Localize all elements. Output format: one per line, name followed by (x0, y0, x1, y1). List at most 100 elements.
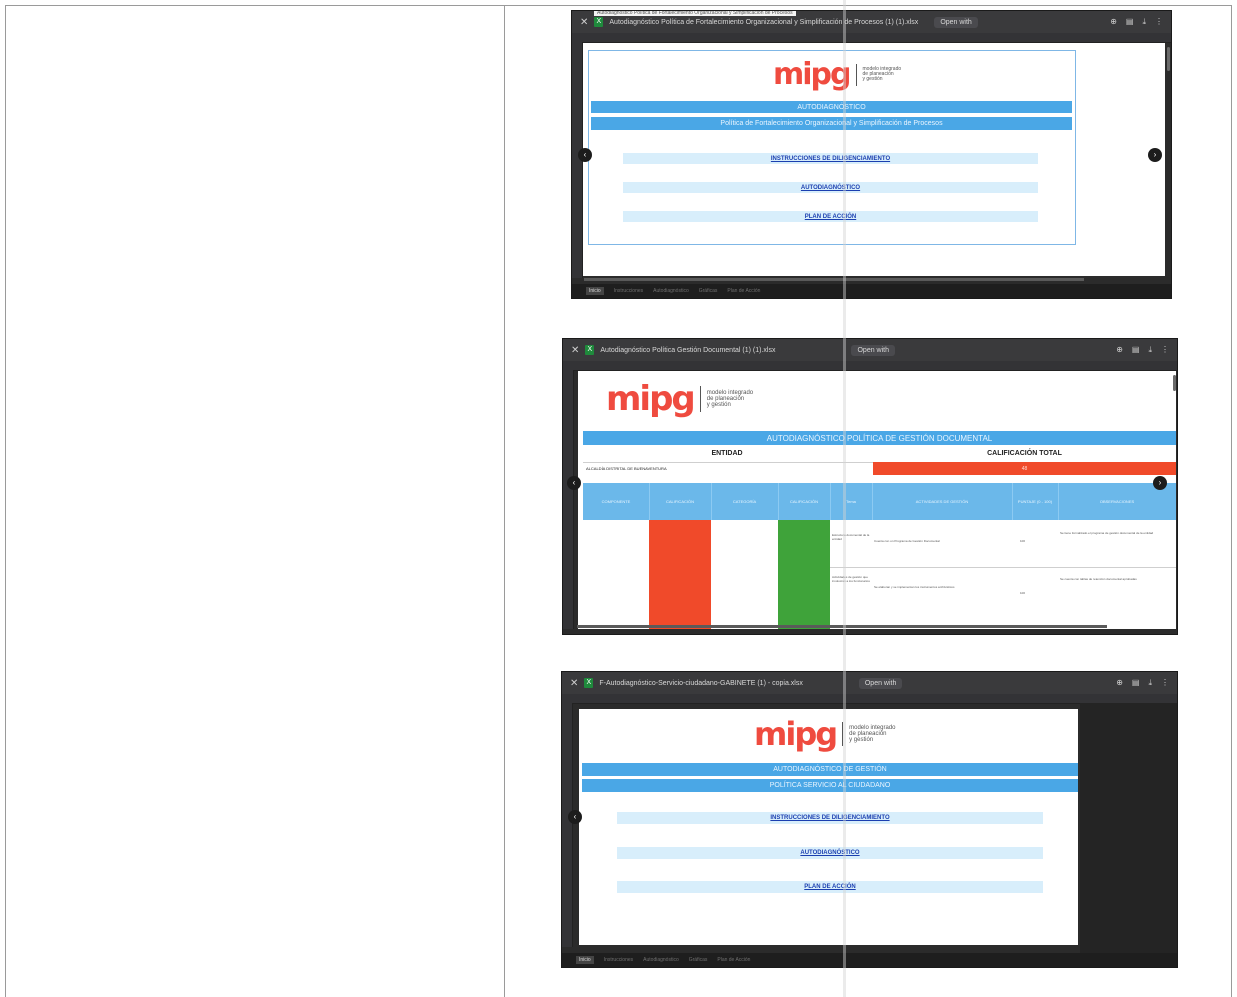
calificacion-green-block (778, 520, 830, 629)
link-autodiagnostico[interactable]: AUTODIAGNÓSTICO (623, 182, 1038, 193)
open-with-button[interactable]: Open with (851, 344, 896, 356)
mipg-logo: mipg modelo integrado de planeación y ge… (606, 379, 753, 419)
print-icon[interactable]: ▤ (1126, 17, 1134, 27)
close-icon[interactable]: ✕ (580, 17, 588, 28)
mipg-logo: mipg modelo integrado de planeación y ge… (754, 715, 896, 753)
row-2-actividad: Se elaboran y se implementan los instrum… (874, 585, 955, 589)
add-shortcut-icon[interactable]: ⊕ (1116, 345, 1123, 355)
link-autodiagnostico[interactable]: AUTODIAGNÓSTICO (617, 847, 1043, 859)
sheet-area: mipg modelo integrado de planeación y ge… (583, 43, 1165, 276)
spreadsheet-viewer-1: ✕ X Autodiagnóstico Política de Fortalec… (571, 10, 1172, 299)
download-icon[interactable]: ⤓ (1148, 345, 1152, 355)
sheet-tab[interactable]: Plan de Acción (717, 957, 750, 963)
next-arrow-icon[interactable]: › (1153, 476, 1167, 490)
scan-artifact-line (843, 0, 846, 997)
row-1-observacion: Se tiene formalizado el programa de gest… (1060, 531, 1154, 535)
viewer-toolbar: ✕ X F-Autodiagnóstico-Servicio-ciudadano… (562, 672, 1177, 694)
file-title: F-Autodiagnóstico-Servicio-ciudadano-GAB… (599, 679, 803, 687)
mipg-logo-word: mipg (773, 57, 851, 92)
next-arrow-icon[interactable]: › (1148, 148, 1162, 162)
sheet-tab[interactable]: Autodiagnóstico (643, 957, 679, 963)
mipg-logo: mipg modelo integrado de planeación y ge… (773, 57, 901, 92)
file-tooltip: Autodiagnóstico Política de Fortalecimie… (594, 11, 796, 16)
sheet-tab[interactable]: Gráficas (689, 957, 708, 963)
close-icon[interactable]: ✕ (571, 345, 579, 356)
mipg-logo-word: mipg (606, 379, 696, 419)
more-icon[interactable]: ⋮ (1155, 17, 1163, 27)
score-value: 48 (873, 462, 1176, 475)
download-icon[interactable]: ⤓ (1142, 17, 1146, 27)
empty-left-cell (6, 6, 504, 997)
sheet-area: mipg modelo integrado de planeación y ge… (579, 709, 1078, 945)
excel-file-icon: X (585, 345, 595, 355)
sheet-tabs: Inicio Instrucciones Autodiagnóstico Grá… (572, 284, 1171, 298)
file-title: Autodiagnóstico Política de Fortalecimie… (609, 18, 919, 26)
more-icon[interactable]: ⋮ (1161, 345, 1169, 355)
policy-banner: POLÍTICA SERVICIO AL CIUDADANO (582, 779, 1078, 792)
mipg-logo-tagline: modelo integrado de planeación y gestión (862, 65, 902, 83)
column-header (563, 361, 1177, 371)
open-with-button[interactable]: Open with (858, 677, 903, 689)
sheet-area: mipg modelo integrado de planeación y ge… (578, 371, 1176, 629)
print-icon[interactable]: ▤ (1132, 345, 1140, 355)
mipg-logo-word: mipg (754, 715, 838, 753)
add-shortcut-icon[interactable]: ⊕ (1110, 17, 1117, 27)
table-header: COMPONENTE CALIFICACIÓN CATEGORÍA CALIFI… (583, 483, 1176, 520)
row-2-observacion: Se cuenta con tablas de retención docume… (1060, 577, 1137, 581)
excel-file-icon: X (584, 678, 594, 688)
add-shortcut-icon[interactable]: ⊕ (1116, 678, 1123, 688)
dark-side-panel (1080, 703, 1177, 953)
row-2-puntaje: 100 (1020, 591, 1026, 595)
row-1-tema: Estructura documental de la entidad (832, 533, 870, 541)
mipg-logo-tagline: modelo integrado de planeación y gestión (849, 724, 896, 744)
link-instrucciones[interactable]: INSTRUCCIONES DE DILIGENCIAMIENTO (623, 153, 1038, 164)
table-header-cell: Tema (830, 483, 873, 520)
link-plan-accion[interactable]: PLAN DE ACCIÓN (617, 881, 1043, 893)
horizontal-scrollbar[interactable] (577, 625, 1107, 628)
score-label: CALIFICACIÓN TOTAL (987, 450, 1062, 457)
excel-file-icon: X (594, 17, 604, 27)
autodiagnostico-banner: AUTODIAGNÓSTICO DE GESTIÓN (582, 763, 1078, 776)
row-header (563, 370, 574, 629)
file-title: Autodiagnóstico Política Gestión Documen… (600, 346, 776, 354)
prev-arrow-icon[interactable]: ‹ (568, 810, 582, 824)
viewer-toolbar: ✕ X Autodiagnóstico Política Gestión Doc… (563, 339, 1177, 361)
autodiagnostico-banner: AUTODIAGNÓSTICO (591, 101, 1072, 113)
table-header-cell: COMPONENTE (583, 483, 650, 520)
print-icon[interactable]: ▤ (1132, 678, 1140, 688)
sheet-tab[interactable]: Inicio (586, 287, 604, 295)
row-1-actividad: Cuenta con un Programa de Gestión Docume… (874, 539, 940, 543)
calificacion-orange-block (649, 520, 711, 629)
sheet-tab[interactable]: Instrucciones (604, 957, 633, 963)
sheet-tab[interactable]: Gráficas (699, 288, 718, 294)
table-header-cell: ACTIVIDADES DE GESTIÓN (872, 483, 1013, 520)
entity-label: ENTIDAD (711, 450, 743, 457)
sheet-tab[interactable]: Instrucciones (614, 288, 643, 294)
horizontal-scrollbar[interactable] (584, 278, 1084, 281)
prev-arrow-icon[interactable]: ‹ (567, 476, 581, 490)
mipg-logo-tagline: modelo integrado de planeación y gestión (706, 389, 754, 409)
policy-banner: AUTODIAGNÓSTICO POLÍTICA DE GESTIÓN DOCU… (583, 431, 1176, 445)
column-header (572, 33, 1171, 43)
download-icon[interactable]: ⤓ (1148, 678, 1152, 688)
close-icon[interactable]: ✕ (570, 678, 578, 689)
sheet-tab[interactable]: Autodiagnóstico (653, 288, 689, 294)
link-plan-accion[interactable]: PLAN DE ACCIÓN (623, 211, 1038, 222)
row-1-puntaje: 100 (1020, 539, 1026, 543)
table-header-cell: CALIFICACIÓN (778, 483, 831, 520)
table-header-cell: CATEGORÍA (711, 483, 779, 520)
row-2-tema: Actividades de gestión que involucran a … (832, 575, 870, 583)
entity-value: ALCALDÍA DISTRITAL DE BUENAVENTURA (586, 466, 667, 471)
table-header-cell: PUNTAJE (0 - 100) (1012, 483, 1059, 520)
more-icon[interactable]: ⋮ (1161, 678, 1169, 688)
vertical-scrollbar[interactable] (1167, 47, 1170, 71)
policy-banner: Política de Fortalecimiento Organizacion… (591, 117, 1072, 130)
prev-arrow-icon[interactable]: ‹ (578, 148, 592, 162)
open-with-button[interactable]: Open with (934, 16, 978, 28)
row-header (562, 703, 573, 947)
sheet-tab[interactable]: Plan de Acción (727, 288, 760, 294)
vertical-scrollbar[interactable] (1173, 375, 1176, 391)
sheet-tab[interactable]: Inicio (576, 956, 594, 964)
sheet-tabs: Inicio Instrucciones Autodiagnóstico Grá… (562, 953, 1177, 967)
link-instrucciones[interactable]: INSTRUCCIONES DE DILIGENCIAMIENTO (617, 812, 1043, 824)
